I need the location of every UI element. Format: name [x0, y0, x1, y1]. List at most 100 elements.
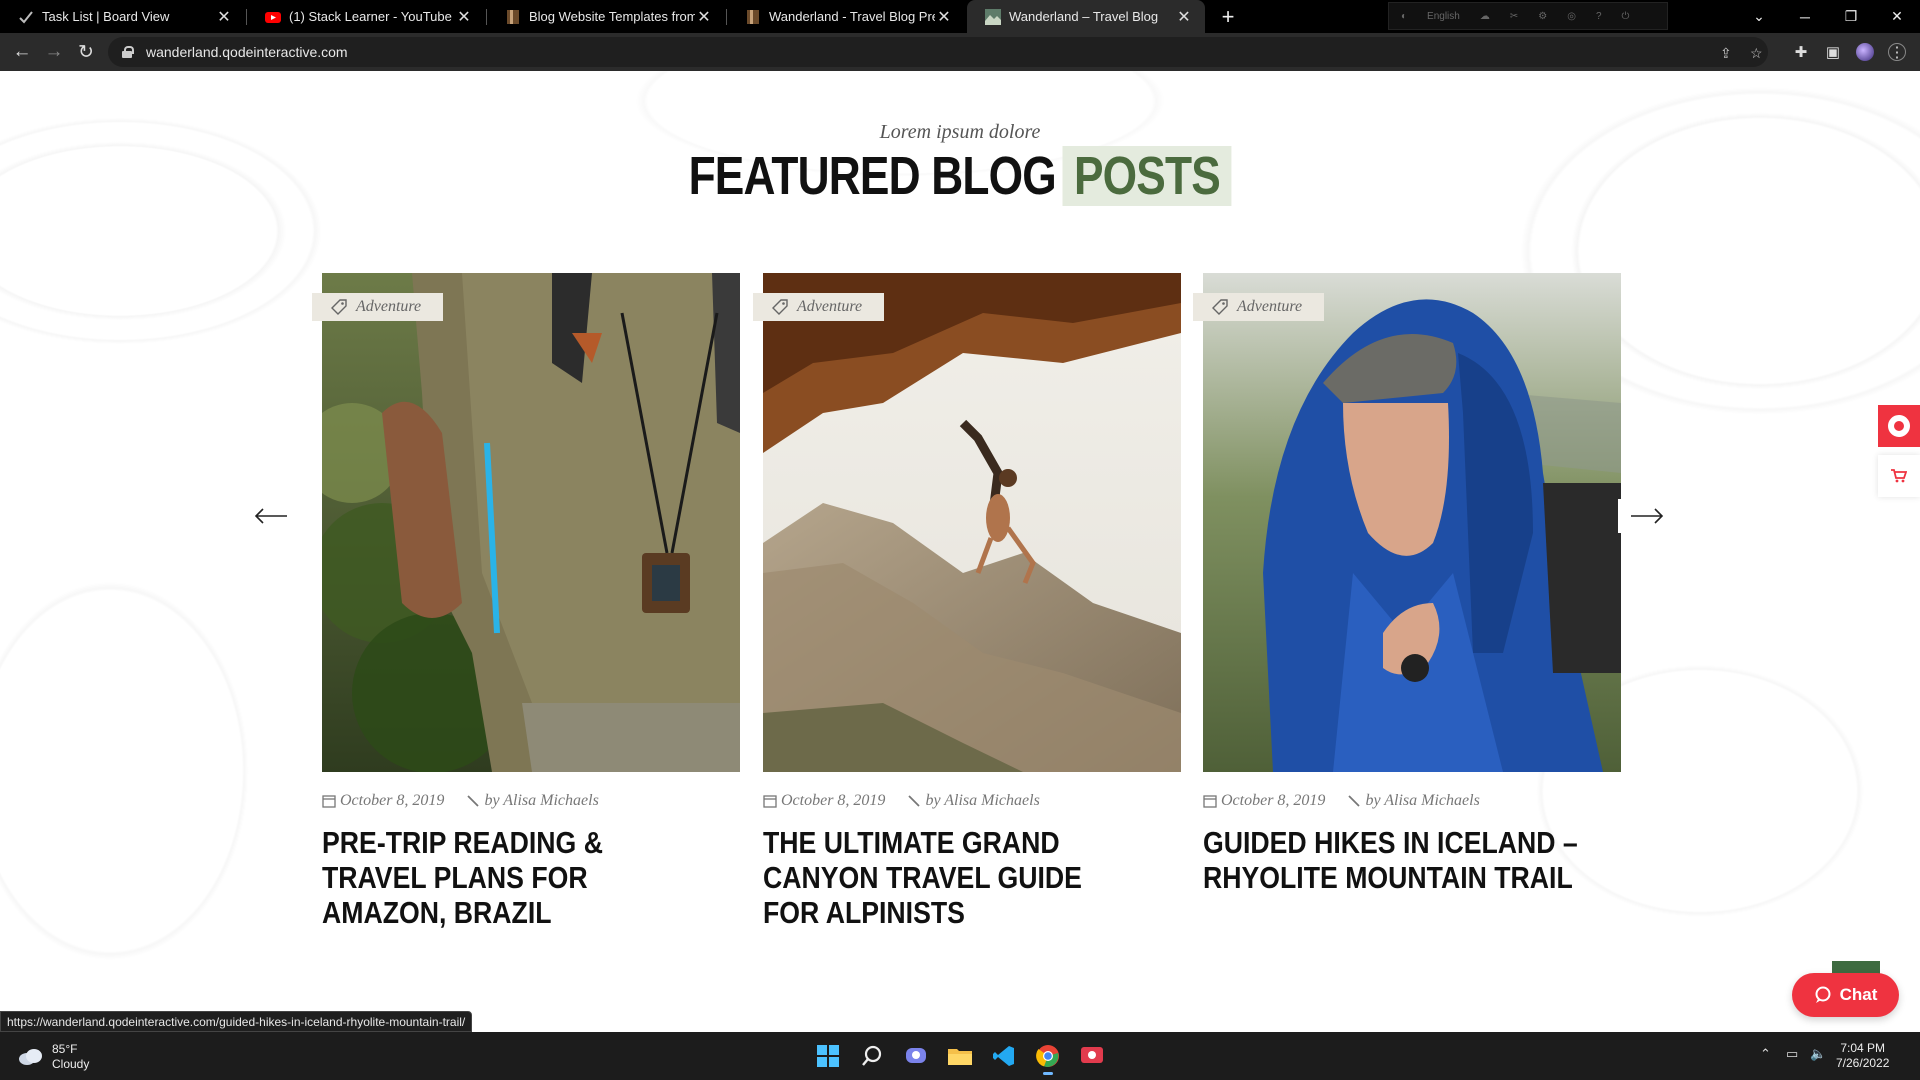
- taskbar-app-button[interactable]: [1076, 1040, 1108, 1072]
- post-meta: October 8, 2019 by Alisa Michaels: [322, 792, 740, 810]
- post-author[interactable]: by Alisa Michaels: [1365, 792, 1479, 810]
- close-window-icon[interactable]: ✕: [1874, 0, 1920, 33]
- cloud-icon[interactable]: ☁: [1480, 11, 1490, 22]
- tag-icon: [772, 299, 788, 315]
- support-ring-button[interactable]: [1878, 405, 1920, 447]
- extension-strip: ◐ English ☁ ✂ ⚙ ◎ ? ⏻: [1388, 2, 1668, 30]
- taskbar-teams-button[interactable]: [900, 1040, 932, 1072]
- chat-button[interactable]: Chat: [1792, 973, 1899, 1017]
- post-title[interactable]: Pre-Trip Reading & Travel Plans for Amaz…: [322, 825, 700, 930]
- clock-date: 7/26/2022: [1836, 1056, 1890, 1070]
- language-label[interactable]: English: [1427, 11, 1460, 22]
- climber-photo[interactable]: [763, 273, 1181, 772]
- new-tab-button[interactable]: +: [1214, 3, 1242, 31]
- status-bar-url: https://wanderland.qodeinteractive.com/g…: [0, 1011, 473, 1032]
- extension-icon[interactable]: ✂: [1510, 11, 1518, 22]
- youtube-icon: [265, 11, 281, 23]
- post-title[interactable]: The Ultimate Grand Canyon Travel Guide f…: [763, 825, 1141, 930]
- post-date[interactable]: October 8, 2019: [781, 792, 885, 810]
- taskbar-explorer-button[interactable]: [944, 1040, 976, 1072]
- tab-wanderland-preview[interactable]: Wanderland - Travel Blog Preview ✕: [727, 0, 965, 33]
- pen-icon: [908, 795, 921, 807]
- category-label: Adventure: [356, 298, 422, 315]
- address-bar[interactable]: wanderland.qodeinteractive.com ⇪ ☆: [108, 37, 1768, 67]
- profile-avatar[interactable]: [1856, 43, 1874, 61]
- restore-icon[interactable]: ❐: [1828, 0, 1874, 33]
- chrome-icon: [1036, 1045, 1059, 1067]
- tag-icon: [331, 299, 347, 315]
- reload-icon[interactable]: ↻: [72, 38, 100, 66]
- close-icon[interactable]: ✕: [215, 7, 233, 27]
- power-icon[interactable]: ⏻: [1622, 11, 1630, 22]
- cart-button[interactable]: [1878, 455, 1920, 497]
- category-tag[interactable]: Adventure: [1193, 293, 1325, 321]
- weather-widget[interactable]: 85°F Cloudy: [18, 1042, 89, 1072]
- tab-search-icon[interactable]: ⌄: [1736, 0, 1782, 33]
- tab-title: Wanderland - Travel Blog Preview: [769, 9, 935, 24]
- close-icon[interactable]: ✕: [1175, 7, 1193, 27]
- hiker-photo[interactable]: [322, 273, 740, 772]
- calendar-icon: [322, 795, 336, 808]
- calendar-icon: [763, 795, 777, 808]
- close-icon[interactable]: ✕: [695, 7, 713, 27]
- tab-blog-templates[interactable]: Blog Website Templates from The ✕: [487, 0, 725, 33]
- chat-bubble-icon: [1815, 986, 1831, 1003]
- close-icon[interactable]: ✕: [455, 7, 473, 27]
- section-subtitle: Lorem ipsum dolore: [879, 121, 1041, 143]
- system-clock[interactable]: 7:04 PM 7/26/2022: [1836, 1041, 1889, 1071]
- category-tag[interactable]: Adventure: [753, 293, 885, 321]
- lock-icon[interactable]: [122, 46, 134, 58]
- extension-icon[interactable]: ◐: [1401, 11, 1407, 22]
- heading-highlight: POSTS: [1062, 146, 1232, 206]
- url-text[interactable]: wanderland.qodeinteractive.com: [146, 44, 348, 60]
- chevron-up-icon[interactable]: ⌃: [1760, 1046, 1771, 1062]
- windows-taskbar: 85°F Cloudy ⌃ ▭ 🔈 7:04 PM 7/26/2022: [0, 1032, 1920, 1080]
- lifebuoy-icon: [1888, 415, 1910, 437]
- menu-dots-icon[interactable]: ⋮: [1888, 43, 1906, 61]
- themeforest-icon: [747, 9, 759, 24]
- forward-icon[interactable]: →: [40, 38, 68, 66]
- chat-label: Chat: [1839, 985, 1878, 1004]
- post-meta: October 8, 2019 by Alisa Michaels: [1203, 792, 1621, 810]
- tag-icon: [1212, 299, 1228, 315]
- tab-title: Blog Website Templates from The: [529, 9, 695, 24]
- side-panel-icon[interactable]: ▣: [1824, 43, 1842, 61]
- taskbar-vscode-button[interactable]: [988, 1040, 1020, 1072]
- post-title[interactable]: Guided Hikes in Iceland – Rhyolite Mount…: [1203, 825, 1581, 895]
- heading-main: FEATURED BLOG: [688, 146, 1057, 206]
- folder-icon: [948, 1049, 972, 1065]
- next-slide-button[interactable]: [1618, 499, 1676, 533]
- prev-slide-button[interactable]: [242, 499, 300, 533]
- close-icon[interactable]: ✕: [935, 7, 953, 27]
- tab-wanderland-blog[interactable]: Wanderland – Travel Blog ✕: [967, 0, 1205, 33]
- bookmark-star-icon[interactable]: ☆: [1750, 45, 1763, 62]
- taskbar-chrome-button[interactable]: [1032, 1040, 1064, 1075]
- post-date[interactable]: October 8, 2019: [1221, 792, 1325, 810]
- help-icon[interactable]: ?: [1596, 11, 1602, 22]
- share-icon[interactable]: ⇪: [1720, 45, 1732, 62]
- browser-toolbar: ← → ↻ wanderland.qodeinteractive.com ⇪ ☆…: [0, 33, 1920, 71]
- arrow-right-icon: [1631, 508, 1664, 524]
- minimize-icon[interactable]: ─: [1782, 0, 1828, 33]
- edge-icon[interactable]: ◎: [1567, 11, 1576, 22]
- category-label: Adventure: [1237, 298, 1303, 315]
- extensions-puzzle-icon[interactable]: ✚: [1792, 43, 1810, 61]
- temperature: 85°F: [52, 1042, 78, 1056]
- tab-youtube[interactable]: (1) Stack Learner - YouTube ✕: [247, 0, 485, 33]
- post-author[interactable]: by Alisa Michaels: [925, 792, 1039, 810]
- section-heading: FEATURED BLOG POSTS: [173, 145, 1747, 207]
- post-date[interactable]: October 8, 2019: [340, 792, 444, 810]
- category-tag[interactable]: Adventure: [312, 293, 444, 321]
- settings-icon[interactable]: ⚙: [1538, 11, 1547, 22]
- tab-title: (1) Stack Learner - YouTube: [289, 9, 452, 24]
- network-icon[interactable]: ▭: [1786, 1046, 1798, 1062]
- vscode-icon: [993, 1046, 1014, 1066]
- taskbar-search-button[interactable]: [856, 1040, 888, 1072]
- search-icon: [862, 1045, 882, 1066]
- post-author[interactable]: by Alisa Michaels: [484, 792, 598, 810]
- volume-icon[interactable]: 🔈: [1810, 1046, 1826, 1062]
- raincoat-man-photo[interactable]: [1203, 273, 1621, 772]
- start-button[interactable]: [812, 1040, 844, 1072]
- back-icon[interactable]: ←: [8, 38, 36, 66]
- tab-task-list[interactable]: Task List | Board View ✕: [0, 0, 245, 33]
